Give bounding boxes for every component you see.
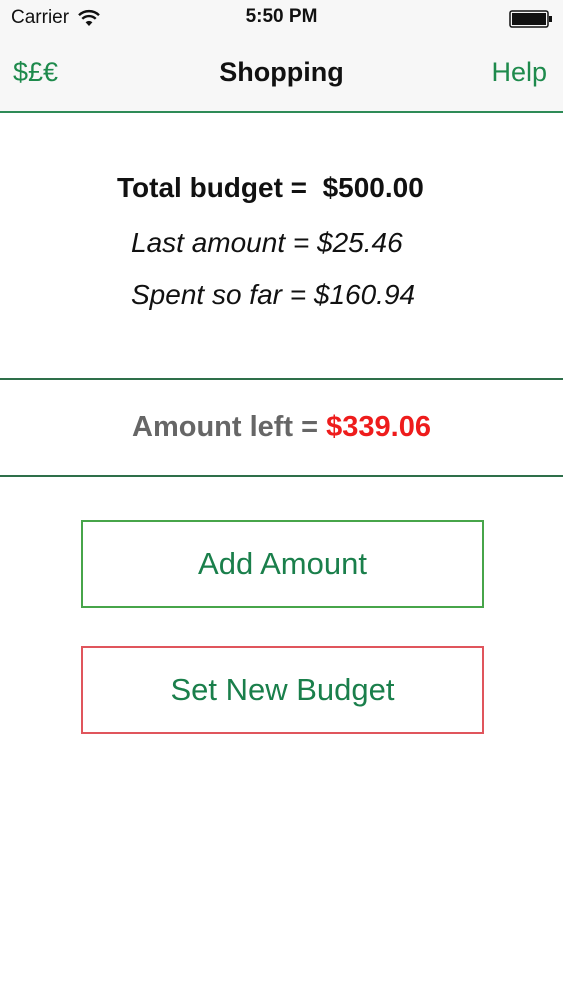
spent-so-far-label: Spent so far = <box>131 279 307 310</box>
spent-so-far-value: $160.94 <box>313 279 416 310</box>
set-new-budget-label: Set New Budget <box>170 672 395 707</box>
total-budget-line: Total budget = $500.00 <box>117 172 424 204</box>
page-title: Shopping <box>219 57 344 87</box>
amount-left-value: $339.06 <box>326 411 431 443</box>
set-new-budget-button[interactable]: Set New Budget <box>81 646 484 734</box>
amount-left-band: Amount left = $339.06 <box>0 378 563 477</box>
amount-left-line: Amount left = $339.06 <box>0 411 563 444</box>
add-amount-label: Add Amount <box>198 546 367 581</box>
last-amount-value: $25.46 <box>317 227 403 258</box>
total-budget-label: Total budget = <box>117 172 308 203</box>
amount-left-label: Amount left = <box>132 411 319 443</box>
last-amount-label: Last amount = <box>131 227 310 258</box>
last-amount-line: Last amount = $25.46 <box>131 227 403 259</box>
status-bar: Carrier 5:50 PM <box>0 0 563 35</box>
battery-icon <box>509 10 552 28</box>
status-time: 5:50 PM <box>245 6 318 27</box>
total-budget-value: $500.00 <box>322 172 424 203</box>
add-amount-button[interactable]: Add Amount <box>81 520 484 608</box>
spent-so-far-line: Spent so far = $160.94 <box>131 279 415 311</box>
help-button[interactable]: Help <box>491 57 547 88</box>
navigation-bar: $£€ Shopping Help <box>0 35 563 113</box>
